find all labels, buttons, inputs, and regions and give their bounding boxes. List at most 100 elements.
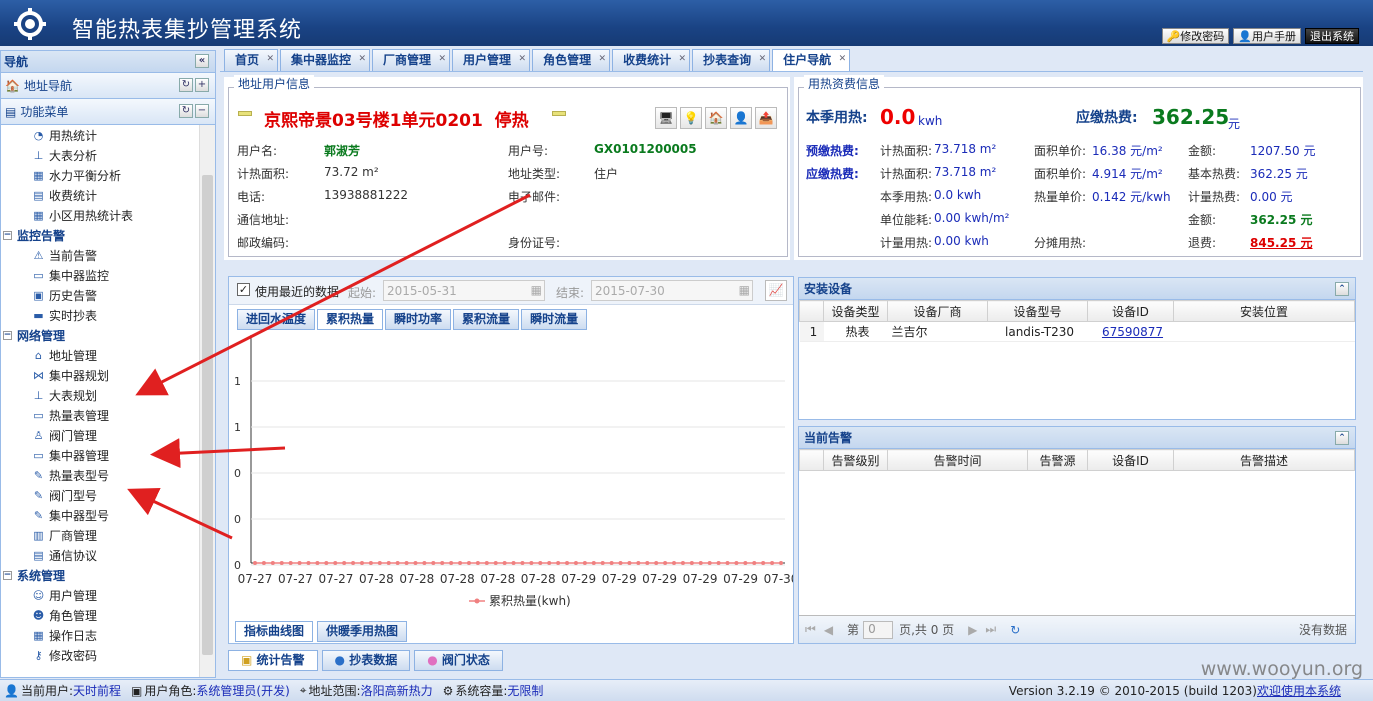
refresh-icon[interactable]: ↻ xyxy=(179,104,193,118)
close-tab-icon[interactable]: ✕ xyxy=(759,49,767,69)
device-id-link[interactable]: 67590877 xyxy=(1087,321,1174,342)
tree-item[interactable]: ☻ 角色管理 xyxy=(1,605,199,625)
tree-item[interactable]: ⌂ 地址管理 xyxy=(1,345,199,365)
page-input[interactable]: 0 xyxy=(863,620,894,639)
end-date-input[interactable]: 2015-07-30 ▦ xyxy=(591,280,753,301)
tree-item[interactable]: ▦ 操作日志 xyxy=(1,625,199,645)
tree-item[interactable]: ⚠ 当前告警 xyxy=(1,245,199,265)
refresh-icon[interactable]: ↻ xyxy=(1010,623,1020,637)
chart-tab[interactable]: 累积热量 xyxy=(317,309,384,330)
tree-item[interactable]: ▭ 集中器监控 xyxy=(1,265,199,285)
prev-page-icon[interactable]: ◀ xyxy=(824,623,833,637)
chart-refresh-icon[interactable]: 📈 xyxy=(765,280,787,301)
bottom-tab[interactable]: ● 阀门状态 xyxy=(414,650,503,671)
bottom-tab[interactable]: ● 抄表数据 xyxy=(321,650,411,671)
column-header[interactable]: 告警描述 xyxy=(1173,449,1355,471)
computer-icon: ▭ xyxy=(33,408,44,422)
accordion-address-nav[interactable]: 🏠 地址导航 ↻ + xyxy=(1,73,215,99)
collapse-icon[interactable]: ⌃ xyxy=(1335,282,1349,296)
column-header[interactable]: 告警源 xyxy=(1027,449,1088,471)
tree-item[interactable]: ⋈ 集中器规划 xyxy=(1,365,199,385)
tab[interactable]: 集中器监控 ✕ xyxy=(280,49,371,71)
tree-item[interactable]: ⊥ 大表分析 xyxy=(1,145,199,165)
start-date-input[interactable]: 2015-05-31 ▦ xyxy=(383,280,545,301)
tab[interactable]: 首页 ✕ xyxy=(224,49,279,71)
tree-item[interactable]: ▥ 厂商管理 xyxy=(1,525,199,545)
column-header[interactable]: 设备ID xyxy=(1087,300,1174,322)
tree-item[interactable]: ▦ 水力平衡分析 xyxy=(1,165,199,185)
tree-item[interactable]: ▬ 实时抄表 xyxy=(1,305,199,325)
chart-tab[interactable]: 瞬时功率 xyxy=(385,309,452,330)
expand-icon[interactable]: + xyxy=(195,78,209,92)
accordion-function-menu[interactable]: ▤ 功能菜单 ↻ − xyxy=(1,99,215,125)
tree-item[interactable]: ▭ 热量表管理 xyxy=(1,405,199,425)
collapse-icon[interactable]: − xyxy=(195,104,209,118)
close-tab-icon[interactable]: ✕ xyxy=(679,49,687,69)
calendar-icon[interactable]: ▦ xyxy=(531,283,542,297)
close-tab-icon[interactable]: ✕ xyxy=(266,49,274,69)
tree-group[interactable]: − 监控告警 xyxy=(1,225,199,245)
column-header[interactable]: 设备类型 xyxy=(823,300,888,322)
column-header[interactable]: 告警时间 xyxy=(887,449,1028,471)
refresh-icon[interactable]: ↻ xyxy=(179,78,193,92)
user-manual-button[interactable]: 👤用户手册 xyxy=(1233,28,1301,44)
user-icon[interactable]: 👤 xyxy=(730,107,752,129)
tree-item[interactable]: ▤ 通信协议 xyxy=(1,545,199,565)
tab[interactable]: 用户管理 ✕ xyxy=(452,49,531,71)
column-header[interactable]: 安装位置 xyxy=(1173,300,1355,322)
tab[interactable]: 厂商管理 ✕ xyxy=(372,49,451,71)
close-tab-icon[interactable]: ✕ xyxy=(358,49,366,69)
chart-bottom-tab[interactable]: 指标曲线图 xyxy=(235,621,314,642)
tab[interactable]: 住户导航 ✕ xyxy=(772,49,851,71)
sidebar-scrollbar[interactable] xyxy=(199,125,215,677)
close-tab-icon[interactable]: ✕ xyxy=(839,49,847,69)
tree-group[interactable]: − 网络管理 xyxy=(1,325,199,345)
last-page-icon[interactable]: ⏭ xyxy=(985,622,996,637)
tree-item[interactable]: ▣ 历史告警 xyxy=(1,285,199,305)
change-password-button[interactable]: 🔑修改密码 xyxy=(1161,28,1230,44)
tree-group[interactable]: − 系统管理 xyxy=(1,565,199,585)
chart-tab[interactable]: 瞬时流量 xyxy=(521,309,588,330)
tree-item[interactable]: ⚷ 修改密码 xyxy=(1,645,199,665)
tree-item[interactable]: ♙ 阀门管理 xyxy=(1,425,199,445)
collapse-sidebar-icon[interactable]: « xyxy=(195,54,209,68)
next-page-icon[interactable]: ▶ xyxy=(968,623,977,637)
logout-button[interactable]: 退出系统 xyxy=(1305,28,1359,44)
use-recent-checkbox[interactable]: ✓ xyxy=(237,283,250,296)
tree-item[interactable]: ▭ 集中器管理 xyxy=(1,445,199,465)
column-header[interactable]: 设备厂商 xyxy=(887,300,988,322)
export-icon[interactable]: 📤 xyxy=(755,107,777,129)
tab[interactable]: 抄表查询 ✕ xyxy=(692,49,771,71)
tab[interactable]: 收费统计 ✕ xyxy=(612,49,691,71)
close-tab-icon[interactable]: ✕ xyxy=(439,49,447,69)
tree-item[interactable]: ✎ 热量表型号 xyxy=(1,465,199,485)
welcome-link[interactable]: 欢迎使用本系统 xyxy=(1257,684,1341,698)
computer-icon[interactable]: 🖥 xyxy=(655,107,677,129)
scrollbar-thumb[interactable] xyxy=(202,175,213,655)
close-tab-icon[interactable]: ✕ xyxy=(519,49,527,69)
collapse-icon[interactable]: ⌃ xyxy=(1335,431,1349,445)
tree-item[interactable]: ✎ 阀门型号 xyxy=(1,485,199,505)
tree-item[interactable]: ☺ 用户管理 xyxy=(1,585,199,605)
column-header[interactable]: 设备ID xyxy=(1087,449,1174,471)
column-header[interactable]: 告警级别 xyxy=(823,449,888,471)
chart-bottom-tab[interactable]: 供暖季用热图 xyxy=(317,621,408,642)
table-row[interactable]: 1 热表 兰吉尔 landis-T230 67590877 xyxy=(799,321,1355,342)
calendar-icon[interactable]: ▦ xyxy=(739,283,750,297)
tab[interactable]: 角色管理 ✕ xyxy=(532,49,611,71)
bulb-icon[interactable]: 💡 xyxy=(680,107,702,129)
tree-item[interactable]: ▦ 小区用热统计表 xyxy=(1,205,199,225)
row-number: 1 xyxy=(799,321,824,342)
close-tab-icon[interactable]: ✕ xyxy=(599,49,607,69)
tree-item[interactable]: ◔ 用热统计 xyxy=(1,125,199,145)
first-page-icon[interactable]: ⏮ xyxy=(805,622,816,637)
chart-tab[interactable]: 累积流量 xyxy=(453,309,520,330)
column-header[interactable]: 设备型号 xyxy=(987,300,1088,322)
tree-item[interactable]: ⊥ 大表规划 xyxy=(1,385,199,405)
tree-item[interactable]: ▤ 收费统计 xyxy=(1,185,199,205)
bottom-tab[interactable]: ▣ 统计告警 xyxy=(228,650,318,671)
user-icon: 👤 xyxy=(1238,30,1252,43)
tree-item[interactable]: ✎ 集中器型号 xyxy=(1,505,199,525)
home-icon[interactable]: 🏠 xyxy=(705,107,727,129)
chart-tab[interactable]: 进回水温度 xyxy=(237,309,316,330)
